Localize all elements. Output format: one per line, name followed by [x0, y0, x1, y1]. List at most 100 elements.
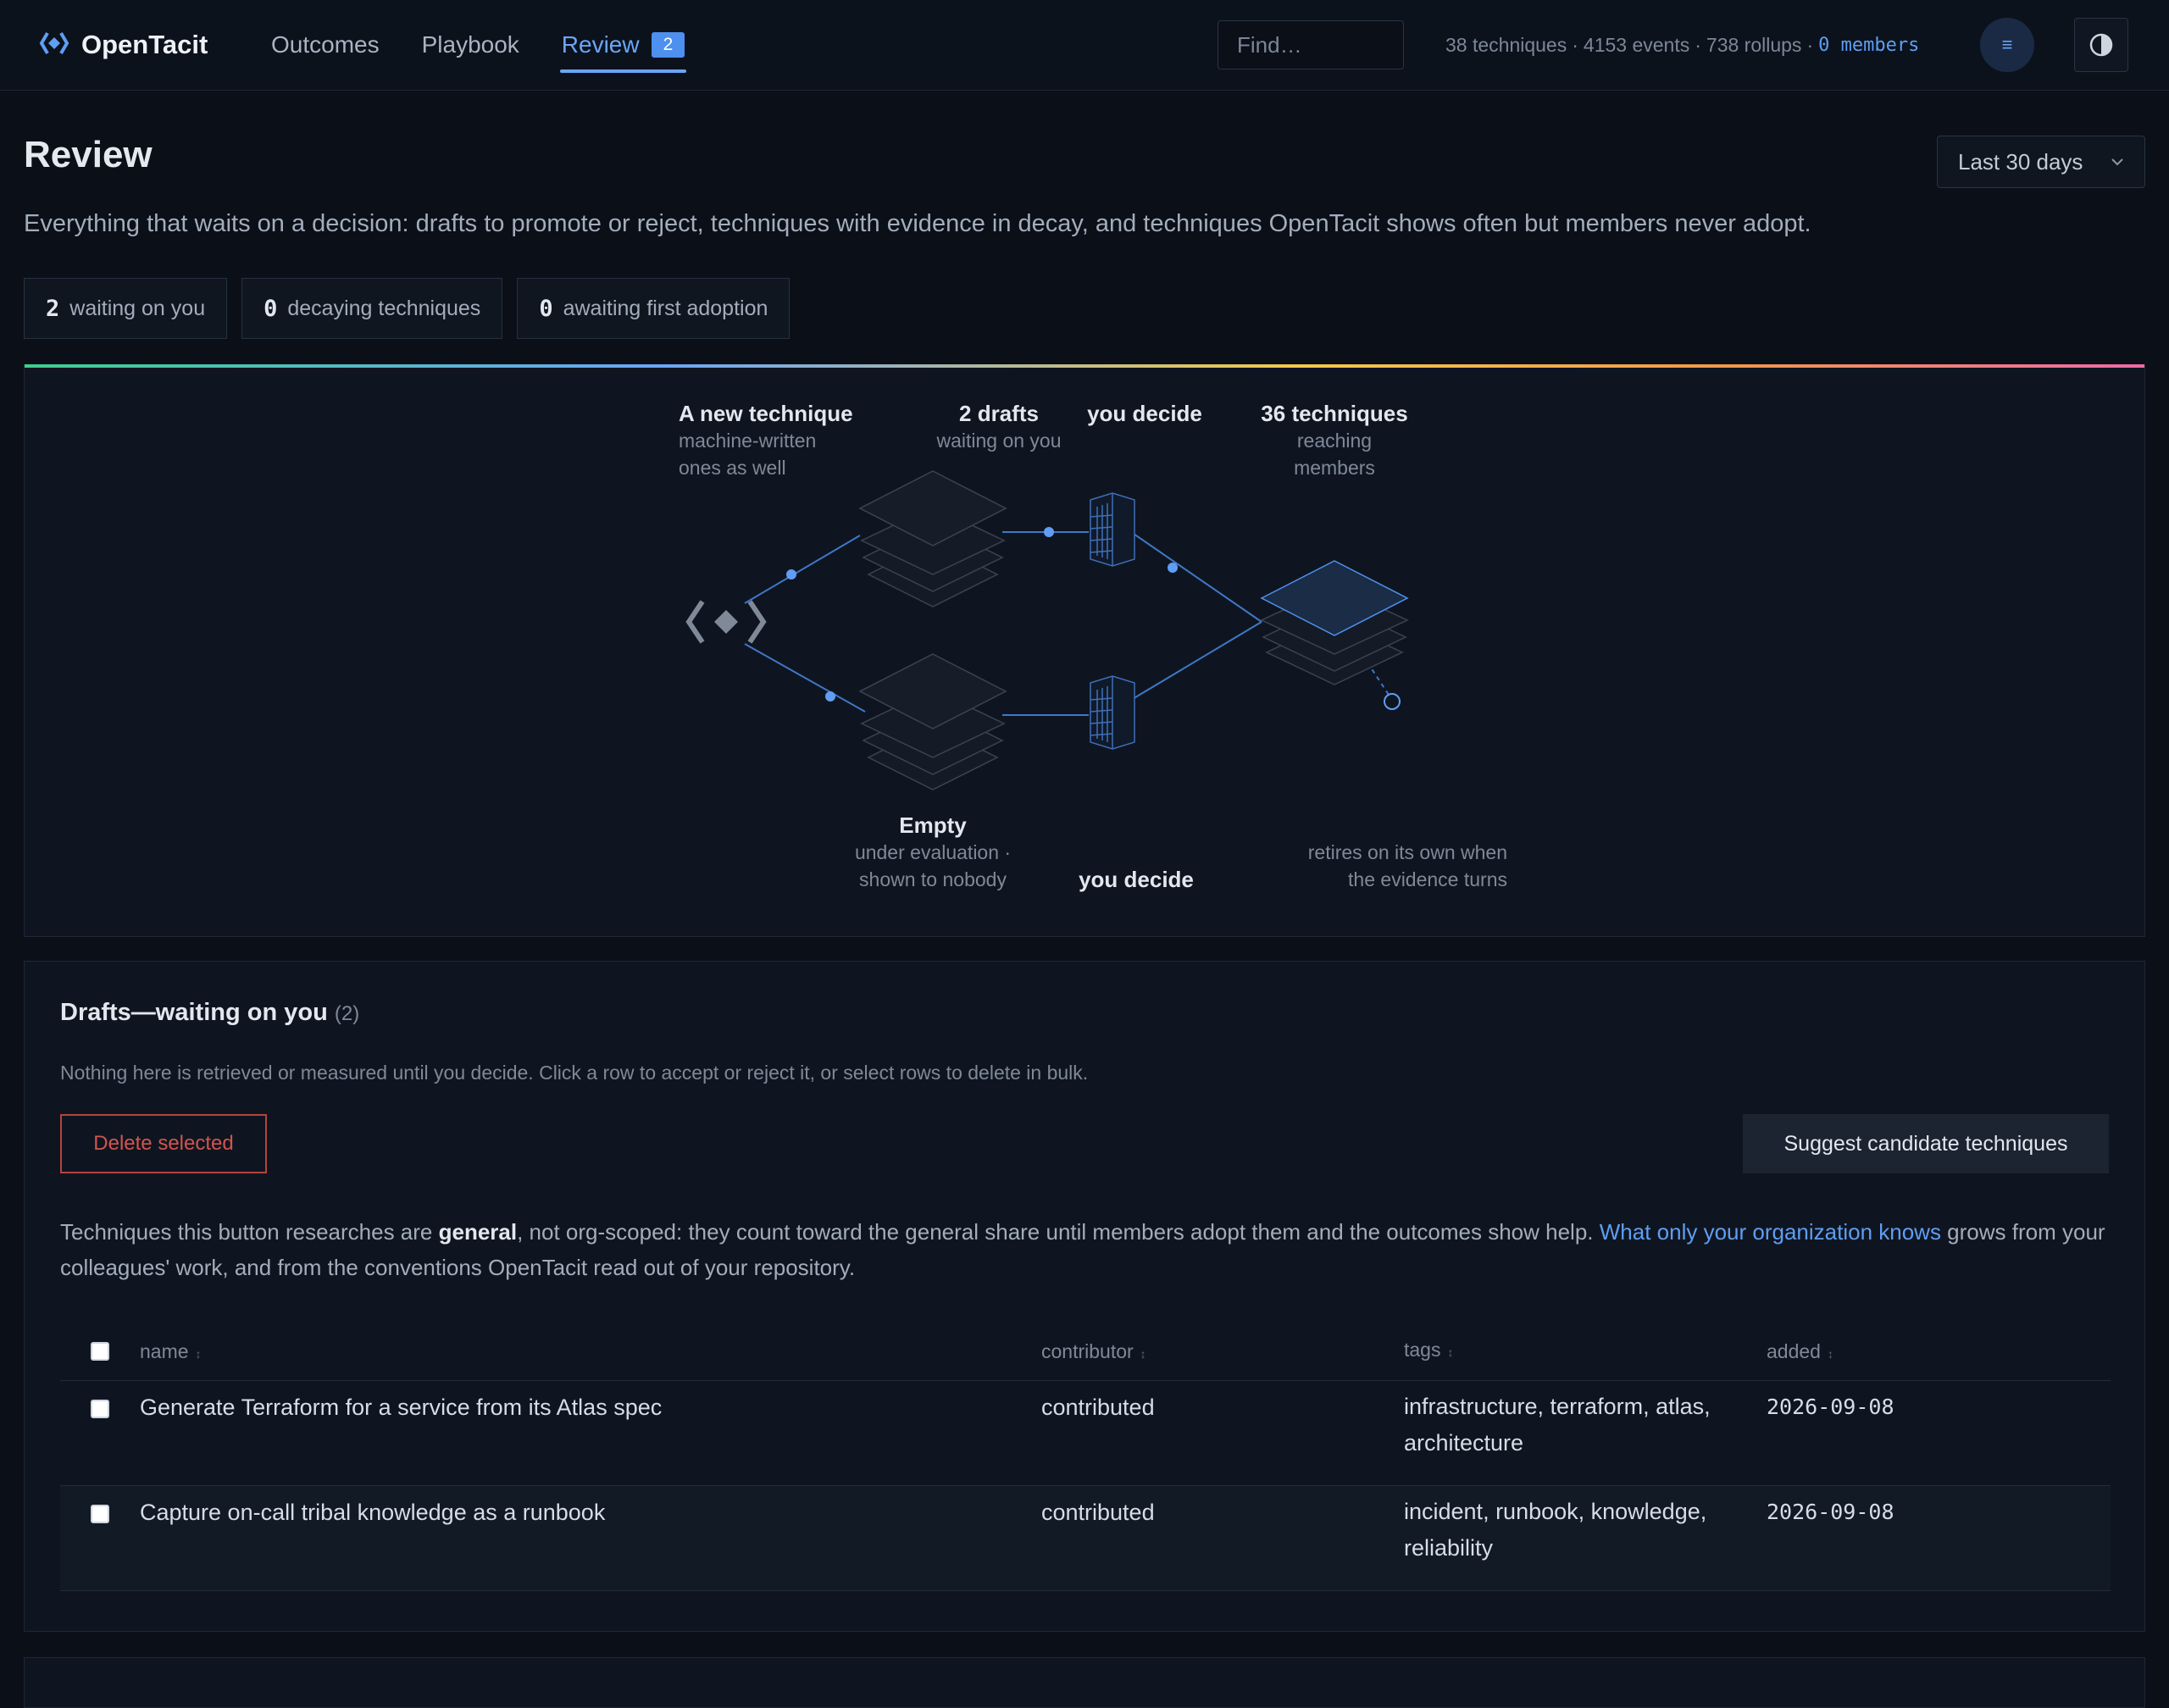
stat-events: 4153 events [1583, 33, 1690, 56]
draft-added: 2026-09-08 [1767, 1395, 1894, 1419]
summary-chips: 2 waiting on you 0 decaying techniques 0… [24, 278, 790, 339]
column-name[interactable]: name ↕ [140, 1340, 1041, 1363]
decision-gate-icon [1090, 675, 1135, 750]
stat-separator: · [1572, 33, 1578, 56]
label-reaching: 36 techniques reaching members [1233, 400, 1436, 481]
suggest-techniques-button[interactable]: Suggest candidate techniques [1743, 1114, 2109, 1173]
label-drafts-title: 2 drafts [959, 401, 1039, 426]
draft-contributor: contributed [1041, 1500, 1155, 1525]
chip-decaying-count: 0 [263, 295, 278, 322]
draft-name: Generate Terraform for a service from it… [140, 1395, 663, 1420]
delete-selected-button[interactable]: Delete selected [60, 1114, 267, 1173]
select-all-checkbox[interactable] [91, 1342, 109, 1361]
next-section-panel [24, 1657, 2145, 1708]
nav-playbook-label: Playbook [421, 31, 519, 58]
date-range-select[interactable]: Last 30 days [1937, 136, 2145, 188]
label-retires-2: the evidence turns [1348, 868, 1507, 890]
stat-separator: · [1695, 33, 1701, 56]
contrast-icon [2089, 33, 2113, 57]
workspace-stats: 38 techniques · 4153 events · 738 rollups ·… [1445, 0, 1919, 90]
nav-review[interactable]: Review 2 [559, 0, 686, 90]
chip-decaying-label: decaying techniques [287, 296, 481, 320]
nav-outcomes-label: Outcomes [271, 31, 380, 58]
label-reaching-sub1: reaching [1296, 430, 1373, 452]
label-new-technique-sub1: machine-written [679, 430, 817, 452]
nav-review-label: Review [561, 31, 640, 58]
theme-toggle-button[interactable] [2074, 18, 2128, 72]
members-link[interactable]: 0 members [1818, 35, 1919, 56]
stat-separator: · [1806, 33, 1814, 56]
row-checkbox[interactable] [91, 1400, 109, 1418]
chip-awaiting[interactable]: 0 awaiting first adoption [517, 278, 790, 339]
column-name-label: name [140, 1339, 189, 1362]
page-title: Review [24, 134, 153, 175]
logo-icon [39, 30, 69, 60]
row-checkbox[interactable] [91, 1505, 109, 1523]
column-added[interactable]: added ↕ [1767, 1340, 2105, 1363]
column-added-label: added [1767, 1339, 1821, 1362]
label-retires-1: retires on its own when [1307, 841, 1507, 863]
draft-tags: incident, runbook, knowledge, reliabilit… [1404, 1499, 1707, 1561]
retire-marker-icon [1384, 693, 1401, 710]
flow-dot [1044, 527, 1054, 537]
drafts-hint: Nothing here is retrieved or measured un… [60, 1062, 1089, 1084]
search-input[interactable] [1218, 20, 1404, 69]
draft-tags: infrastructure, terraform, atlas, archit… [1404, 1394, 1711, 1456]
label-decide-bottom-text: you decide [1079, 867, 1194, 892]
label-empty-sub2: shown to nobody [859, 868, 1007, 890]
label-drafts: 2 drafts waiting on you [914, 400, 1084, 454]
decision-gate-icon [1090, 492, 1135, 567]
review-count-badge: 2 [651, 32, 685, 58]
label-empty-title: Empty [899, 812, 967, 838]
label-new-technique-title: A new technique [679, 401, 853, 426]
label-drafts-sub: waiting on you [936, 430, 1062, 452]
chip-waiting[interactable]: 2 waiting on you [24, 278, 228, 339]
draft-added: 2026-09-08 [1767, 1500, 1894, 1524]
chip-decaying[interactable]: 0 decaying techniques [241, 278, 503, 339]
main-nav: Outcomes Playbook Review 2 [271, 0, 686, 90]
drafts-stack-icon [858, 470, 1007, 607]
nav-outcomes[interactable]: Outcomes [271, 0, 380, 90]
lifecycle-panel: A new technique machine-written ones as … [24, 364, 2145, 937]
drafts-table: name ↕ contributor ↕ tags ↕ added ↕ Generate… [60, 1323, 2111, 1591]
label-new-technique: A new technique machine-written ones as … [679, 400, 853, 481]
chip-waiting-label: waiting on you [69, 296, 206, 320]
date-range-value: Last 30 days [1958, 148, 2083, 175]
label-decide-top: you decide [1060, 400, 1229, 427]
stat-techniques: 38 techniques [1445, 33, 1567, 56]
sort-icon: ↕ [195, 1346, 202, 1361]
flow-dot [825, 691, 835, 702]
draft-contributor: contributed [1041, 1395, 1155, 1420]
label-empty-sub1: under evaluation · [854, 841, 1012, 863]
table-row[interactable]: Generate Terraform for a service from it… [60, 1381, 2111, 1486]
menu-icon: ≡ [2001, 34, 2013, 55]
drafts-heading: Drafts—waiting on you (2) [60, 999, 359, 1027]
draft-name: Capture on-call tribal knowledge as a ru… [140, 1500, 606, 1525]
nav-playbook[interactable]: Playbook [422, 0, 519, 90]
note-bold: general [438, 1219, 518, 1245]
reaching-members-stack-icon [1260, 560, 1409, 685]
label-empty: Empty under evaluation · shown to nobody [831, 812, 1035, 893]
column-tags[interactable]: tags ↕ [1404, 1332, 1767, 1371]
chip-awaiting-count: 0 [539, 295, 553, 322]
note-text: Techniques this button researches are [60, 1219, 439, 1245]
brand[interactable]: OpenTacit [39, 0, 208, 90]
org-knowledge-link[interactable]: What only your organization knows [1600, 1219, 1941, 1245]
top-bar: OpenTacit Outcomes Playbook Review 2 38 … [0, 0, 2169, 91]
lifecycle-diagram [685, 470, 1409, 790]
page-subtitle: Everything that waits on a decision: dra… [24, 210, 1811, 237]
empty-stack-icon [858, 653, 1007, 790]
label-reaching-title: 36 techniques [1261, 401, 1408, 426]
sort-icon: ↕ [1140, 1346, 1146, 1361]
label-retires: retires on its own when the evidence tur… [1253, 839, 1507, 893]
column-contributor-label: contributor [1041, 1339, 1134, 1362]
menu-button[interactable]: ≡ [1980, 18, 2034, 72]
chip-waiting-count: 2 [46, 295, 60, 322]
label-decide-bottom: you decide [1051, 866, 1221, 893]
stat-rollups: 738 rollups [1706, 33, 1802, 56]
column-contributor[interactable]: contributor ↕ [1041, 1340, 1404, 1363]
table-row[interactable]: Capture on-call tribal knowledge as a ru… [60, 1486, 2111, 1591]
label-decide-top-text: you decide [1087, 401, 1202, 426]
sort-icon: ↕ [1447, 1345, 1454, 1359]
note-text: , not org-scoped: they count toward the … [517, 1219, 1600, 1245]
